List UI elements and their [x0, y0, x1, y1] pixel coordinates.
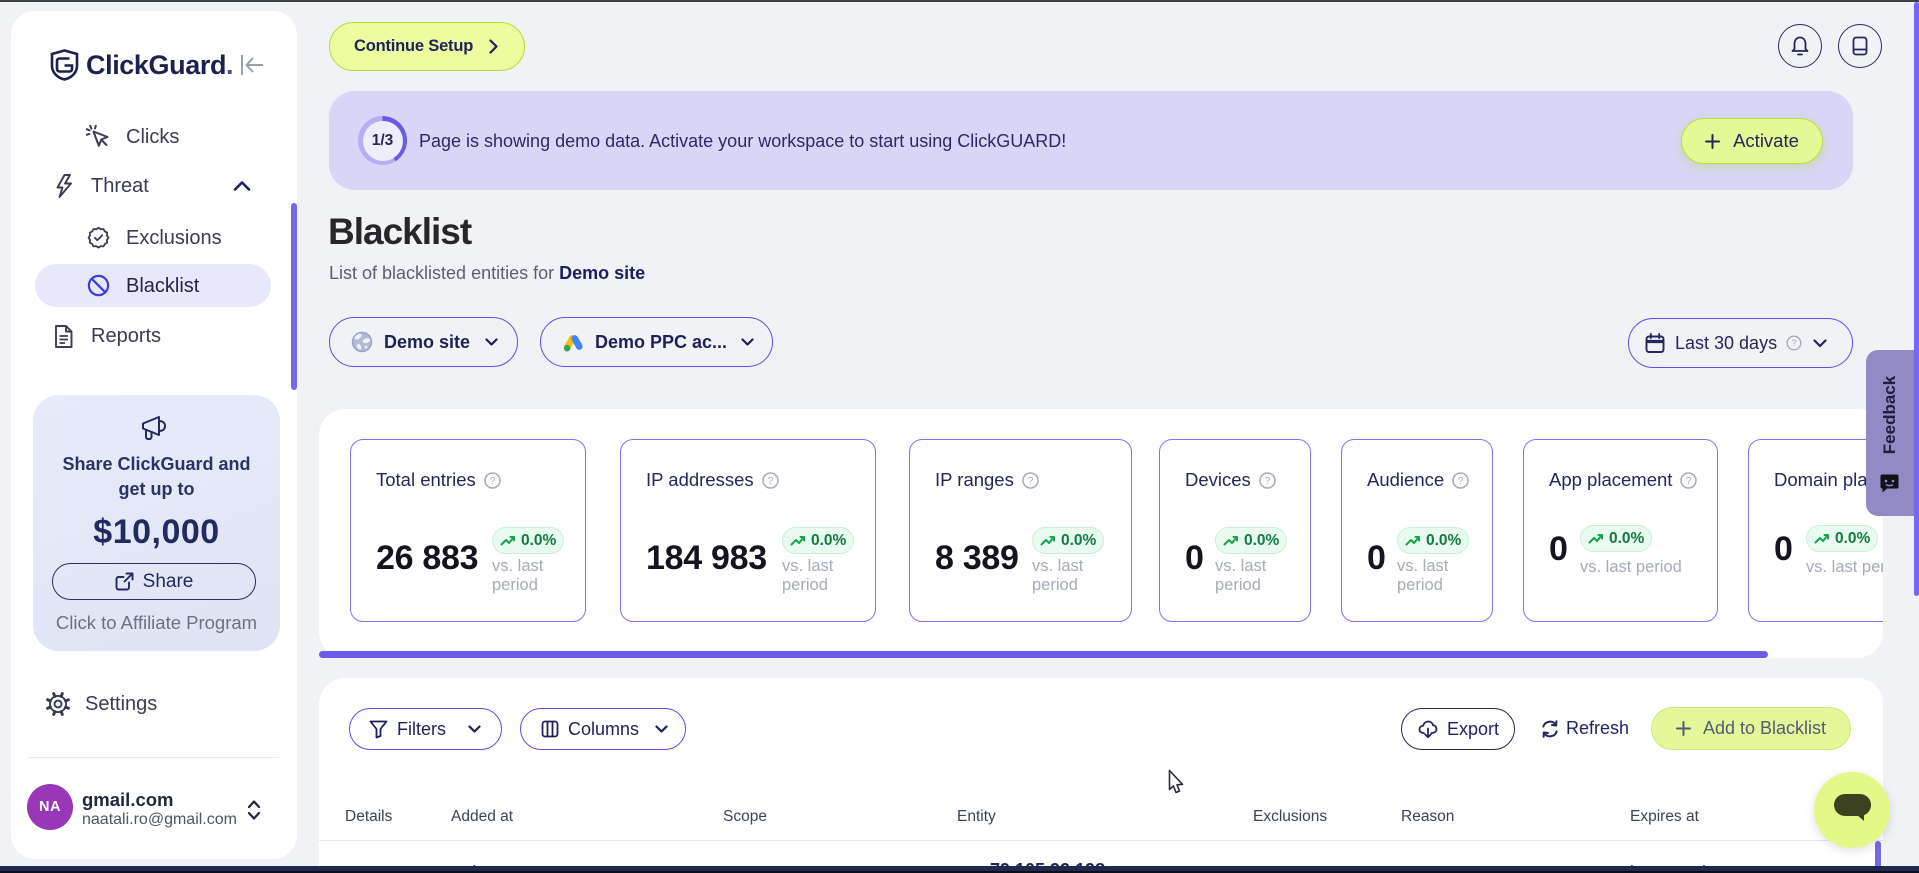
svg-text:?: ?: [1458, 476, 1464, 487]
svg-text:?: ?: [1686, 476, 1692, 487]
svg-text:?: ?: [489, 476, 495, 487]
svg-text:?: ?: [767, 476, 773, 487]
svg-text:?: ?: [1792, 338, 1797, 348]
svg-text:?: ?: [1028, 476, 1034, 487]
svg-text:?: ?: [1265, 476, 1271, 487]
